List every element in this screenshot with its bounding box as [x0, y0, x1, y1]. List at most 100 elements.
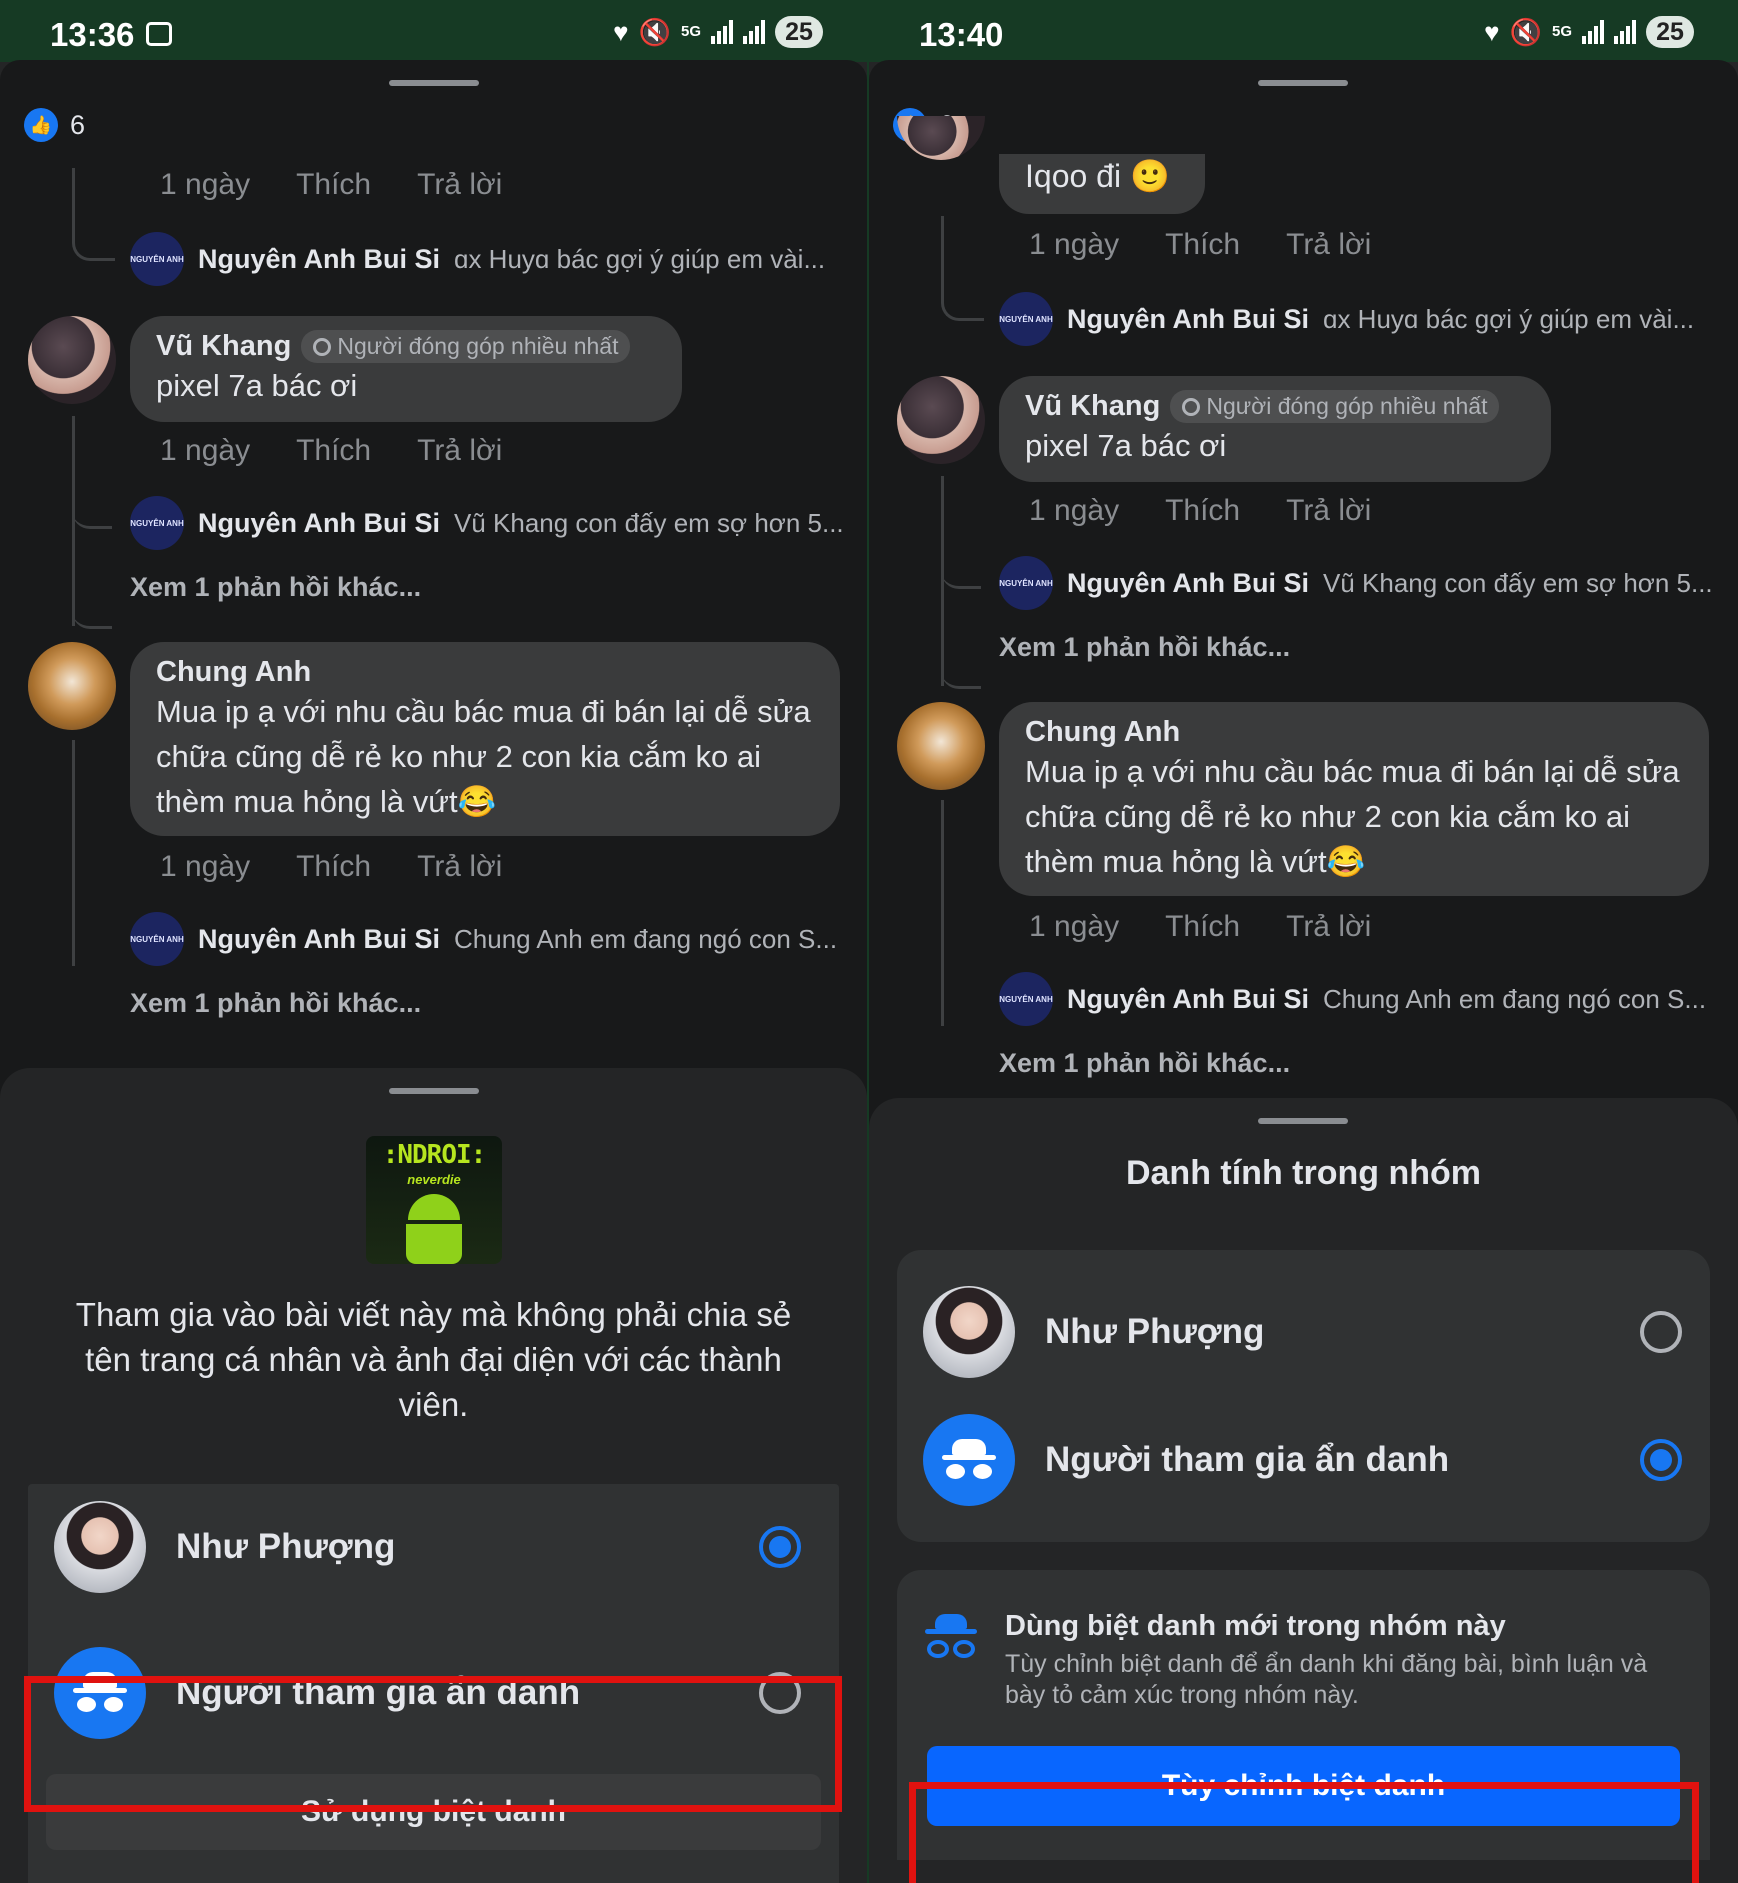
radio-unselected[interactable]: [1640, 1311, 1682, 1353]
status-bar: 13:36 ♥ 🔇 5G 25: [0, 0, 867, 62]
comment-bubble[interactable]: Vũ Khang Người đóng góp nhiều nhất pixel…: [130, 316, 682, 422]
reply-link[interactable]: Trả lời: [1286, 910, 1371, 944]
view-more-replies[interactable]: Xem 1 phản hồi khác...: [999, 1048, 1290, 1079]
group-logo: :NDROI: neverdie: [366, 1136, 502, 1264]
avatar[interactable]: [28, 642, 116, 730]
nickname-info: Dùng biệt danh mới trong nhóm này Tùy ch…: [1005, 1610, 1674, 1711]
thread-line: [941, 216, 984, 321]
reply-link[interactable]: Trả lời: [417, 434, 502, 468]
avatar[interactable]: [897, 376, 985, 464]
comment-text: pixel 7a bác ơi: [1025, 428, 1227, 463]
comment-text: Iqoo đi 🙂: [1025, 158, 1170, 194]
avatar[interactable]: [897, 116, 985, 160]
signal-icon-2: [1614, 20, 1636, 44]
reply-link[interactable]: Trả lời: [1286, 228, 1371, 262]
top-contributor-badge: Người đóng góp nhiều nhất: [301, 330, 631, 363]
like-link[interactable]: Thích: [296, 434, 371, 468]
reply-preview[interactable]: NGUYÊN ANH Nguyên Anh Bui Si ɑx Huyɑ bác…: [999, 292, 1694, 346]
radio-selected[interactable]: [1640, 1439, 1682, 1481]
comment-author: Vũ Khang: [1025, 390, 1161, 422]
reply-preview[interactable]: NGUYÊN ANH Nguyên Anh Bui Si Vũ Khang co…: [999, 556, 1713, 610]
comment-bubble[interactable]: Chung Anh Mua ip ạ với nhu cầu bác mua đ…: [999, 702, 1709, 896]
avatar: NGUYÊN ANH: [999, 292, 1053, 346]
like-link[interactable]: Thích: [1165, 910, 1240, 944]
signal-icon: [711, 20, 733, 44]
reply-preview[interactable]: NGUYÊN ANH Nguyên Anh Bui Si ɑx Huyɑ bác…: [130, 232, 825, 286]
screenshot-left: 13:36 ♥ 🔇 5G 25 👍 6 1 ngày Thích Trả lời…: [0, 0, 867, 1883]
comment-time: 1 ngày: [160, 434, 251, 467]
view-more-replies[interactable]: Xem 1 phản hồi khác...: [999, 632, 1290, 663]
comment-bubble[interactable]: Chung Anh Mua ip ạ với nhu cầu bác mua đ…: [130, 642, 840, 836]
comment-author: Chung Anh: [1025, 716, 1181, 748]
reply-link[interactable]: Trả lời: [1286, 494, 1371, 528]
avatar: NGUYÊN ANH: [130, 232, 184, 286]
mute-icon: 🔇: [1509, 16, 1542, 47]
sheet-handle[interactable]: [389, 1088, 479, 1094]
reaction-count[interactable]: 👍 6: [24, 108, 85, 142]
comments-view: 👍 6 1 ngày Thích Trả lời NGUYÊN ANH Nguy…: [0, 60, 867, 1883]
network-label: 5G: [680, 23, 701, 40]
reply-text: Chung Anh em đang ngó con S...: [454, 923, 838, 954]
identity-sheet: Danh tính trong nhóm Như Phượng Người th…: [869, 1098, 1738, 1883]
option-label: Như Phượng: [1045, 1312, 1265, 1351]
like-link[interactable]: Thích: [296, 168, 371, 202]
logo-subtext: neverdie: [407, 1172, 461, 1187]
nickname-description: Tùy chỉnh biệt danh để ẩn danh khi đăng …: [1005, 1650, 1648, 1709]
screenshot-icon: [146, 22, 172, 46]
comment-text: Mua ip ạ với nhu cầu bác mua đi bán lại …: [1025, 754, 1680, 879]
sheet-title: Danh tính trong nhóm: [1125, 1154, 1482, 1192]
reply-preview[interactable]: NGUYÊN ANH Nguyên Anh Bui Si Chung Anh e…: [130, 912, 837, 966]
comment-time: 1 ngày: [160, 850, 251, 883]
sheet-description: Tham gia vào bài viết này mà không phải …: [75, 1296, 792, 1423]
incognito-icon: [923, 1414, 1015, 1506]
reply-author: Nguyên Anh Bui Si: [198, 507, 440, 538]
avatar: NGUYÊN ANH: [999, 972, 1053, 1026]
thread-branch: [941, 640, 981, 689]
avatar: [54, 1501, 146, 1593]
heart-icon: ♥: [613, 16, 629, 47]
comment-author: Vũ Khang: [156, 330, 292, 362]
battery-icon: 25: [775, 16, 823, 48]
option-label: Người tham gia ẩn danh: [1045, 1440, 1450, 1479]
thread-branch: [72, 580, 112, 629]
avatar[interactable]: [28, 316, 116, 404]
badge-label: Người đóng góp nhiều nhất: [1206, 393, 1488, 419]
reply-preview[interactable]: NGUYÊN ANH Nguyên Anh Bui Si Vũ Khang co…: [130, 496, 844, 550]
like-link[interactable]: Thích: [296, 850, 371, 884]
comment-actions: 1 ngày Thích Trả lời: [1029, 910, 1371, 944]
option-profile[interactable]: Như Phượng: [28, 1500, 839, 1594]
reply-link[interactable]: Trả lời: [417, 168, 502, 202]
drag-handle[interactable]: [1258, 80, 1348, 86]
thread-branch: [72, 480, 112, 529]
like-link[interactable]: Thích: [1165, 494, 1240, 528]
comment-author: Chung Anh: [156, 656, 312, 688]
logo-text: :NDROI:: [382, 1140, 487, 1170]
highlight-box: [909, 1782, 1699, 1883]
view-more-replies[interactable]: Xem 1 phản hồi khác...: [130, 572, 421, 603]
top-contributor-badge: Người đóng góp nhiều nhất: [1170, 390, 1500, 423]
comment-bubble[interactable]: Iqoo đi 🙂: [999, 154, 1205, 214]
reply-text: Vũ Khang con đấy em sợ hơn 5...: [1323, 567, 1713, 598]
battery-icon: 25: [1646, 16, 1694, 48]
reply-link[interactable]: Trả lời: [417, 850, 502, 884]
comment-text: Mua ip ạ với nhu cầu bác mua đi bán lại …: [156, 694, 811, 819]
thread-line: [941, 800, 944, 1026]
radio-selected[interactable]: [759, 1526, 801, 1568]
sheet-handle[interactable]: [1258, 1118, 1348, 1124]
view-more-replies[interactable]: Xem 1 phản hồi khác...: [130, 988, 421, 1019]
reply-preview[interactable]: NGUYÊN ANH Nguyên Anh Bui Si Chung Anh e…: [999, 972, 1706, 1026]
drag-handle[interactable]: [389, 80, 479, 86]
signal-icon-2: [743, 20, 765, 44]
option-anonymous[interactable]: Người tham gia ẩn danh: [897, 1414, 1710, 1506]
option-label: Như Phượng: [176, 1527, 396, 1566]
thread-branch: [941, 540, 981, 589]
option-profile[interactable]: Như Phượng: [897, 1286, 1710, 1378]
incognito-icon: [925, 1614, 977, 1660]
avatar[interactable]: [897, 702, 985, 790]
comment-actions: 1 ngày Thích Trả lời: [160, 850, 502, 884]
like-link[interactable]: Thích: [1165, 228, 1240, 262]
comment-bubble[interactable]: Vũ Khang Người đóng góp nhiều nhất pixel…: [999, 376, 1551, 482]
avatar: [923, 1286, 1015, 1378]
comment-time: 1 ngày: [160, 168, 251, 201]
comment-actions: 1 ngày Thích Trả lời: [1029, 494, 1371, 528]
